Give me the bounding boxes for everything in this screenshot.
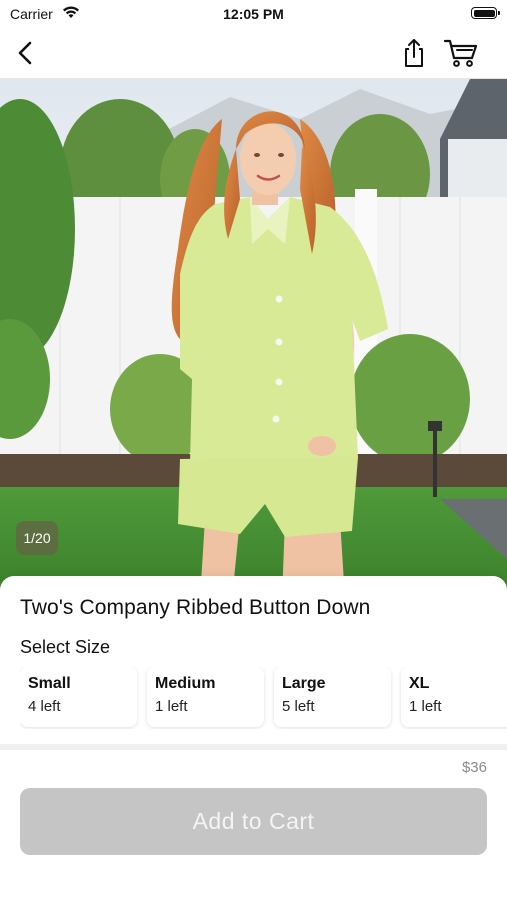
price-label: $36 [461,759,487,776]
product-photo [0,79,507,599]
size-name: Large [282,675,326,692]
size-name: Medium [155,675,216,692]
chevron-left-icon [18,41,32,65]
size-option-large[interactable]: Large 5 left [274,667,391,727]
status-bar: Carrier 12:05 PM [0,0,507,28]
battery-icon [471,7,500,19]
image-counter-badge: 1/20 [16,521,58,555]
size-stock: 1 left [409,698,442,715]
size-option-xl[interactable]: XL 1 left [401,667,507,727]
cart-icon [444,39,478,67]
size-name: Small [28,675,71,692]
product-title: Two's Company Ribbed Button Down [20,596,371,619]
navigation-bar [0,28,507,79]
size-name: XL [409,675,430,692]
size-options: Small 4 left Medium 1 left Large 5 left … [20,667,507,729]
divider [0,744,507,750]
product-details-sheet: Two's Company Ribbed Button Down Select … [0,576,507,900]
share-button[interactable] [397,36,431,70]
share-icon [405,39,423,67]
size-stock: 1 left [155,698,188,715]
back-button[interactable] [8,36,42,70]
size-stock: 5 left [282,698,315,715]
size-option-medium[interactable]: Medium 1 left [147,667,264,727]
cart-button[interactable] [444,36,478,70]
size-option-small[interactable]: Small 4 left [20,667,137,727]
select-size-label: Select Size [20,637,111,657]
size-stock: 4 left [28,698,61,715]
add-to-cart-button[interactable]: Add to Cart [20,788,487,855]
clock: 12:05 PM [223,6,284,22]
product-image[interactable] [0,79,507,599]
